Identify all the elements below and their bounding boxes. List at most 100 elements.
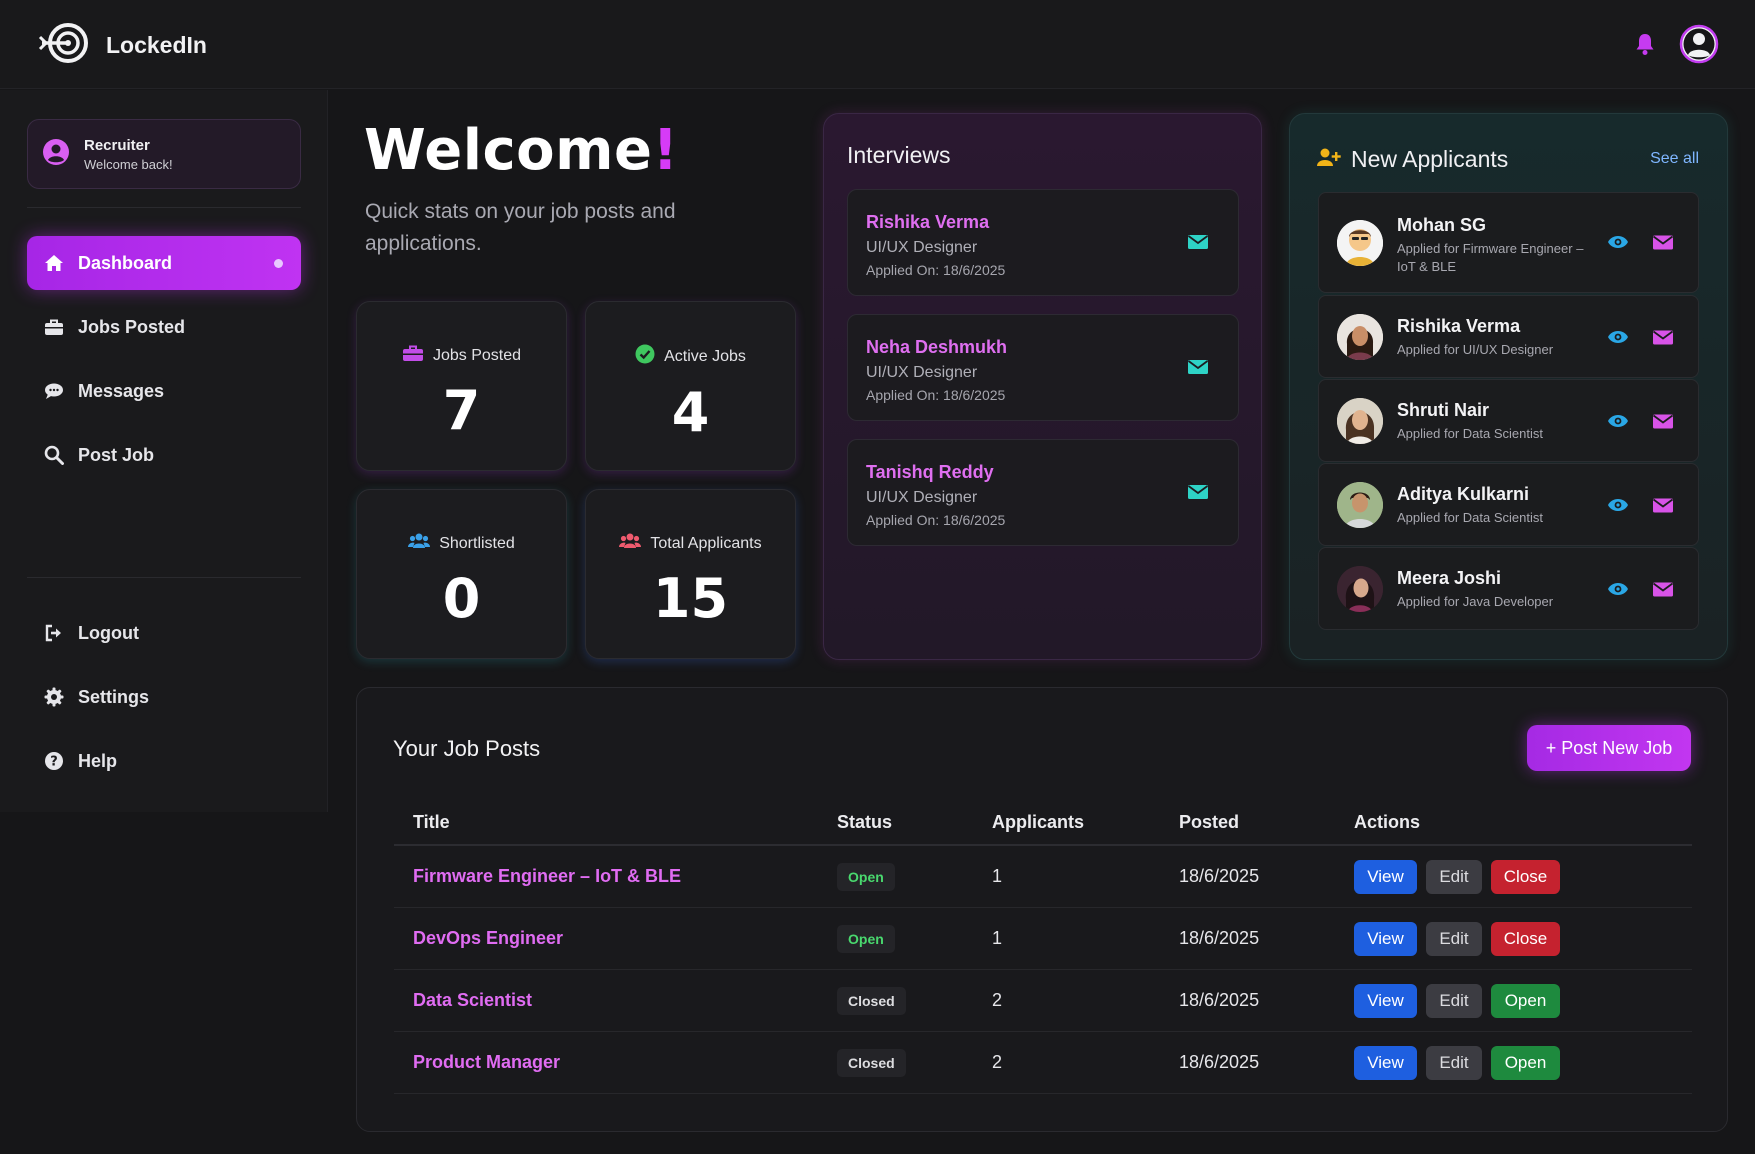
page-title: Welcome! [364,118,679,183]
applicants-count: 1 [992,866,1003,886]
brand[interactable]: LockedIn [38,20,207,71]
stat-value: 7 [442,379,481,442]
view-button[interactable]: View [1354,860,1417,894]
interview-card[interactable]: Neha Deshmukh UI/UX Designer Applied On:… [847,314,1239,421]
gear-icon [44,687,64,707]
view-button[interactable]: View [1354,922,1417,956]
interviews-title: Interviews [847,142,951,168]
profile-card[interactable]: Recruiter Welcome back! [27,119,301,189]
edit-button[interactable]: Edit [1426,860,1482,894]
sidebar-item-label: Help [78,750,118,771]
sidebar: Recruiter Welcome back! Dashboard Jobs P… [0,90,328,812]
bell-icon[interactable] [1633,32,1657,56]
sidebar-item-label: Post Job [78,444,155,465]
row-divider [394,1093,1692,1094]
mail-icon[interactable] [1652,582,1674,597]
eye-icon[interactable] [1608,498,1628,512]
applicant-applied-for: Applied for Firmware Engineer – IoT & BL… [1397,241,1584,274]
avatar [1337,566,1383,612]
interview-date: Applied On: 18/6/2025 [866,262,1006,278]
mail-icon[interactable] [1187,484,1209,500]
sidebar-item-label: Jobs Posted [78,316,186,337]
top-bar: LockedIn [0,0,1755,89]
see-all-link[interactable]: See all [1650,150,1699,168]
stat-label: Jobs Posted [432,346,522,364]
interview-name: Tanishq Reddy [866,462,994,482]
interviews-panel: Interviews Rishika Verma UI/UX Designer … [823,113,1262,660]
profile-greeting: Welcome back! [84,156,173,172]
mail-icon[interactable] [1652,235,1674,250]
stat-card-total-applicants: Total Applicants 15 [585,489,796,659]
applicant-card[interactable]: Mohan SG Applied for Firmware Engineer –… [1318,192,1699,293]
column-header-actions: Actions [1354,812,1421,832]
status-badge: Closed [837,987,906,1015]
interview-role: UI/UX Designer [866,364,978,381]
sidebar-item-logout[interactable]: Logout [27,606,301,660]
sidebar-item-post-job[interactable]: Post Job [27,428,301,482]
eye-icon[interactable] [1608,582,1628,596]
applicant-card[interactable]: Meera Joshi Applied for Java Developer [1318,547,1699,630]
open-job-button[interactable]: Open [1491,1046,1560,1080]
interview-card[interactable]: Rishika Verma UI/UX Designer Applied On:… [847,189,1239,296]
sidebar-item-label: Dashboard [78,252,173,273]
user-avatar-icon[interactable] [1679,24,1719,64]
eye-icon[interactable] [1608,414,1628,428]
applicant-applied-for: Applied for Java Developer [1397,594,1554,609]
close-job-button[interactable]: Close [1491,860,1560,894]
stat-label: Total Applicants [650,534,762,552]
eye-icon[interactable] [1608,330,1628,344]
view-button[interactable]: View [1354,1046,1417,1080]
applicant-card[interactable]: Shruti Nair Applied for Data Scientist [1318,379,1699,462]
eye-icon[interactable] [1608,235,1628,249]
posted-date: 18/6/2025 [1179,990,1260,1010]
job-title-link[interactable]: Product Manager [413,1052,560,1073]
close-job-button[interactable]: Close [1491,922,1560,956]
sidebar-item-help[interactable]: ? Help [27,734,301,788]
view-button[interactable]: View [1354,984,1417,1018]
applicant-card[interactable]: Rishika Verma Applied for UI/UX Designer [1318,295,1699,378]
applicant-applied-for: Applied for UI/UX Designer [1397,342,1554,357]
job-title-link[interactable]: Data Scientist [413,990,532,1011]
mail-icon[interactable] [1187,359,1209,375]
mail-icon[interactable] [1187,234,1209,250]
interview-date: Applied On: 18/6/2025 [866,387,1006,403]
open-job-button[interactable]: Open [1491,984,1560,1018]
user-plus-icon [1317,147,1341,172]
stat-card-shortlisted: Shortlisted 0 [356,489,567,659]
post-new-job-button[interactable]: + Post New Job [1527,725,1691,771]
applicants-count: 2 [992,990,1003,1010]
sidebar-item-messages[interactable]: Messages [27,364,301,418]
edit-button[interactable]: Edit [1426,922,1482,956]
divider [27,577,301,578]
avatar [1337,482,1383,528]
briefcase-icon [44,317,64,337]
job-title-link[interactable]: Firmware Engineer – IoT & BLE [413,866,681,887]
sidebar-item-label: Settings [78,686,150,707]
applicants-count: 2 [992,1052,1003,1072]
job-posts-panel: Your Job Posts + Post New Job Title Stat… [356,687,1728,1132]
interview-role: UI/UX Designer [866,489,978,506]
avatar [1337,314,1383,360]
stat-label: Shortlisted [439,534,515,552]
status-badge: Open [837,925,895,953]
sidebar-item-dashboard[interactable]: Dashboard [27,236,301,290]
applicants-count: 1 [992,928,1003,948]
help-icon: ? [44,751,64,771]
mail-icon[interactable] [1652,498,1674,513]
job-title-link[interactable]: DevOps Engineer [413,928,563,949]
row-divider [394,907,1692,908]
mail-icon[interactable] [1652,330,1674,345]
target-logo-icon [38,20,88,71]
edit-button[interactable]: Edit [1426,984,1482,1018]
active-dot [274,258,283,268]
stat-value: 0 [442,567,481,630]
interview-card[interactable]: Tanishq Reddy UI/UX Designer Applied On:… [847,439,1239,546]
edit-button[interactable]: Edit [1426,1046,1482,1080]
mail-icon[interactable] [1652,414,1674,429]
sidebar-item-jobs-posted[interactable]: Jobs Posted [27,300,301,354]
sidebar-item-settings[interactable]: Settings [27,670,301,724]
avatar [1337,220,1383,266]
applicant-card[interactable]: Aditya Kulkarni Applied for Data Scienti… [1318,463,1699,546]
column-header-applicants: Applicants [992,812,1085,832]
avatar [1337,398,1383,444]
